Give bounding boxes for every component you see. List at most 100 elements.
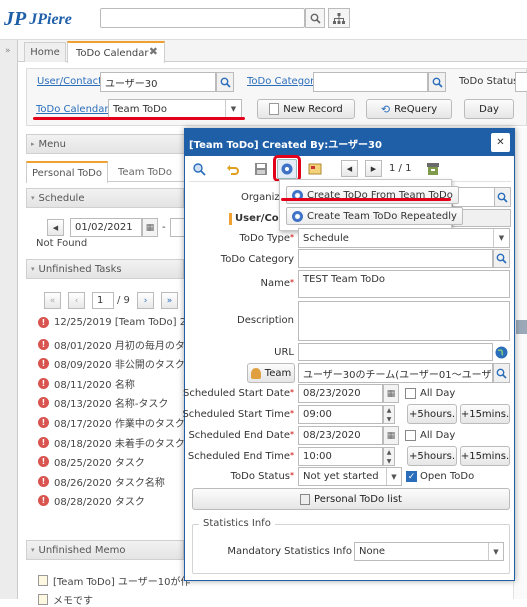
unfinished-memo-header[interactable]: ▾ Unfinished Memo <box>26 540 184 560</box>
end-time-spinner[interactable]: ▲ ▼ <box>383 447 395 466</box>
save-icon[interactable] <box>251 159 271 179</box>
task-list-item[interactable]: ! 08/11/2020 名称 <box>38 376 135 391</box>
new-record-button[interactable]: New Record <box>257 99 355 119</box>
report-icon[interactable] <box>305 159 325 179</box>
create-team-todo-repeatedly-menu-item[interactable]: Create Team ToDo Repeatedly <box>286 207 463 225</box>
menu-header[interactable]: ▸ Menu <box>26 134 196 154</box>
search-icon[interactable] <box>305 8 325 28</box>
task-list-item[interactable]: ! 08/25/2020 タスク <box>38 454 145 469</box>
task-list-item[interactable]: ! 08/13/2020 名称-タスク <box>38 395 168 410</box>
schedule-date-field[interactable]: 01/02/2021 <box>70 218 142 237</box>
task-list-item[interactable]: ! 08/09/2020 非公開のタスク <box>38 356 185 371</box>
team-search-icon[interactable] <box>493 363 510 383</box>
calendar-event-block[interactable] <box>516 320 527 334</box>
schedule-header[interactable]: ▾ Schedule <box>26 188 184 208</box>
start-all-day-checkbox[interactable] <box>405 388 416 399</box>
day-button[interactable]: Day <box>464 99 514 119</box>
todo-status-filter-field[interactable] <box>515 72 527 92</box>
task-list-item[interactable]: ! 08/26/2020 タスク名称 <box>38 474 165 489</box>
task-text: 08/13/2020 名称-タスク <box>54 399 169 411</box>
team-field[interactable]: ユーザー30のチーム(ユーザー01〜ユーザー <box>298 363 493 383</box>
start-plus5h-button[interactable]: +5hours. <box>407 404 457 424</box>
end-date-field[interactable]: 08/23/2020 <box>298 426 383 445</box>
schedule-date-end-field[interactable] <box>170 218 184 237</box>
calendar-icon[interactable]: ▦ <box>383 426 399 445</box>
last-page-button[interactable]: » <box>161 292 178 309</box>
task-list-item[interactable]: ! 08/28/2020 タスク <box>38 493 145 508</box>
end-plus5h-button[interactable]: +5hours. <box>407 446 457 466</box>
tab-close-icon[interactable]: ✖ <box>149 45 158 58</box>
expand-chevron-icon[interactable]: » <box>5 46 11 56</box>
todo-category-field[interactable] <box>298 249 493 268</box>
org-tree-icon[interactable] <box>328 8 350 28</box>
task-list-item[interactable]: ! 08/01/2020 月初の毎月のタス <box>38 337 195 352</box>
globe-icon[interactable] <box>493 343 510 361</box>
memo-item[interactable]: メモです <box>38 592 93 607</box>
calendar-icon[interactable]: ▦ <box>383 384 399 403</box>
mandatory-stats-value: None <box>359 546 386 557</box>
start-date-field[interactable]: 08/23/2020 <box>298 384 383 403</box>
todo-category-search-icon[interactable] <box>428 72 446 92</box>
west-collapse-strip[interactable]: » <box>0 40 18 599</box>
gear-icon <box>292 210 303 222</box>
global-search-input[interactable] <box>100 8 305 28</box>
todo-calendar-select[interactable]: Team ToDo ▼ <box>108 99 242 119</box>
todo-category-search-icon[interactable] <box>493 249 510 268</box>
tab-personal-todo[interactable]: Personal ToDo <box>26 161 108 183</box>
todo-category-filter-field[interactable] <box>313 72 428 92</box>
create-todo-from-team-menu-item[interactable]: Create ToDo From Team ToDo <box>286 186 459 204</box>
start-all-day-label: All Day <box>420 388 456 399</box>
task-list-item[interactable]: ! 08/17/2020 作業中のタスク <box>38 415 185 430</box>
start-time-field[interactable]: 09:00 <box>298 405 383 424</box>
team-button[interactable]: Team <box>247 363 295 383</box>
user-contact-search-icon[interactable] <box>216 72 234 92</box>
end-all-day-checkbox[interactable] <box>405 430 416 441</box>
unfinished-tasks-header[interactable]: ▾ Unfinished Tasks <box>26 259 184 279</box>
user-contact-label[interactable]: User/Contact* <box>37 76 106 87</box>
tab-home[interactable]: Home <box>24 42 66 62</box>
requery-icon: ⟲ <box>380 102 391 116</box>
zoom-icon[interactable] <box>189 159 209 179</box>
name-field[interactable]: TEST Team ToDo <box>298 270 510 298</box>
dropdown-caret-icon[interactable]: ▼ <box>225 100 241 118</box>
url-field[interactable] <box>298 343 493 361</box>
tab-todo-calendar[interactable]: ToDo Calendar ✖ <box>67 41 165 63</box>
task-list-item[interactable]: ! 08/18/2020 未着手のタスク <box>38 435 185 450</box>
app-logo[interactable]: JP JPiere <box>4 8 72 31</box>
dropdown-caret-icon[interactable]: ▼ <box>488 543 503 560</box>
calendar-icon[interactable]: ▦ <box>142 218 158 237</box>
personal-todo-list-button[interactable]: Personal ToDo list <box>192 488 510 510</box>
tab-team-todo[interactable]: Team ToDo <box>110 162 180 182</box>
dropdown-caret-icon[interactable]: ▼ <box>386 468 401 485</box>
undo-icon[interactable] <box>223 159 243 179</box>
start-plus15m-button[interactable]: +15mins. <box>460 404 510 424</box>
prev-day-button[interactable]: ◀ <box>47 219 64 236</box>
start-time-spinner[interactable]: ▲ ▼ <box>383 405 395 424</box>
first-page-button[interactable]: « <box>44 292 61 309</box>
task-list-item[interactable]: ! 12/25/2019 [Team ToDo] 2019 <box>38 317 205 328</box>
previous-record-button[interactable]: ◀ <box>341 160 358 177</box>
description-field[interactable] <box>298 301 510 341</box>
open-todo-checkbox[interactable]: ✓ <box>406 471 417 482</box>
url-label: URL <box>274 347 294 358</box>
requery-button[interactable]: ⟲ ReQuery <box>366 99 452 119</box>
next-page-button[interactable]: › <box>137 292 154 309</box>
page-number-field[interactable]: 1 <box>92 292 114 309</box>
organization-search-icon[interactable] <box>494 187 511 207</box>
next-record-button[interactable]: ▶ <box>365 160 382 177</box>
task-text: 08/09/2020 非公開のタスク <box>54 360 185 372</box>
todo-status-select[interactable]: Not yet started ▼ <box>298 467 402 486</box>
archive-icon[interactable] <box>423 159 443 179</box>
dialog-close-button[interactable]: ✕ <box>491 133 510 152</box>
dropdown-caret-icon[interactable]: ▼ <box>493 229 509 247</box>
user-contact-field[interactable]: ユーザー30 <box>100 72 216 92</box>
todo-type-select[interactable]: Schedule ▼ <box>298 228 510 248</box>
end-plus15m-button[interactable]: +15mins. <box>460 446 510 466</box>
end-time-field[interactable]: 10:00 <box>298 447 383 466</box>
todo-calendar-label[interactable]: ToDo Calendar* <box>36 104 113 115</box>
prev-page-button[interactable]: ‹ <box>68 292 85 309</box>
dialog-titlebar[interactable]: [Team ToDo] Created By:ユーザー30 ✕ <box>185 129 514 156</box>
memo-item[interactable]: [Team ToDo] ユーザー10が作 <box>38 573 190 588</box>
mandatory-stats-select[interactable]: None ▼ <box>354 542 504 561</box>
todo-category-filter-label[interactable]: ToDo Category <box>247 76 320 87</box>
